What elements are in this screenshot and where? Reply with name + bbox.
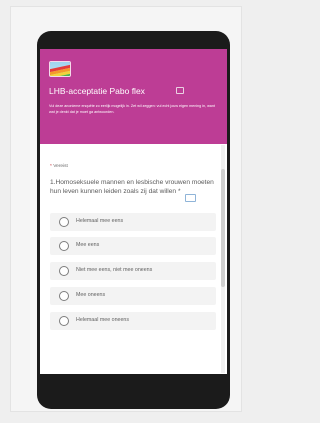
form-title: LHB-acceptatie Pabo flex [49,86,145,96]
question-label: 1.Homoseksuele mannen en lesbische vrouw… [50,179,214,195]
required-note: * Vereist [50,164,68,169]
radio-button[interactable] [59,291,69,301]
answer-option[interactable]: Mee eens [50,237,216,255]
radio-button[interactable] [59,316,69,326]
answer-option-label: Mee eens [76,242,100,248]
answer-option[interactable]: Mee oneens [50,287,216,305]
phone-frame: LHB-acceptatie Pabo flex Vul deze anonie… [37,31,230,409]
answer-option[interactable]: Helemaal mee eens [50,213,216,231]
form-description: Vul deze anonieme enquête zo eerlijk mog… [49,104,215,114]
immersive-reader-icon[interactable] [185,194,196,202]
answer-option-label: Mee oneens [76,292,106,298]
radio-button[interactable] [59,241,69,251]
answer-option-label: Niet mee eens, niet mee oneens [76,267,153,273]
vertical-scrollbar[interactable] [221,145,225,373]
required-asterisk: * [50,164,52,169]
answer-option[interactable]: Helemaal mee oneens [50,312,216,330]
image-icon[interactable] [176,87,184,94]
required-note-text: Vereist [53,164,68,169]
form-header-banner: LHB-acceptatie Pabo flex Vul deze anonie… [40,49,227,144]
radio-button[interactable] [59,217,69,227]
form-screen: LHB-acceptatie Pabo flex Vul deze anonie… [40,49,227,374]
rainbow-flag-logo-icon [49,61,71,77]
answer-option[interactable]: Niet mee eens, niet mee oneens [50,262,216,280]
question-required-asterisk: * [177,188,181,195]
scrollbar-thumb[interactable] [221,169,225,287]
answer-option-label: Helemaal mee eens [76,218,124,224]
radio-button[interactable] [59,266,69,276]
answer-option-label: Helemaal mee oneens [76,317,129,323]
